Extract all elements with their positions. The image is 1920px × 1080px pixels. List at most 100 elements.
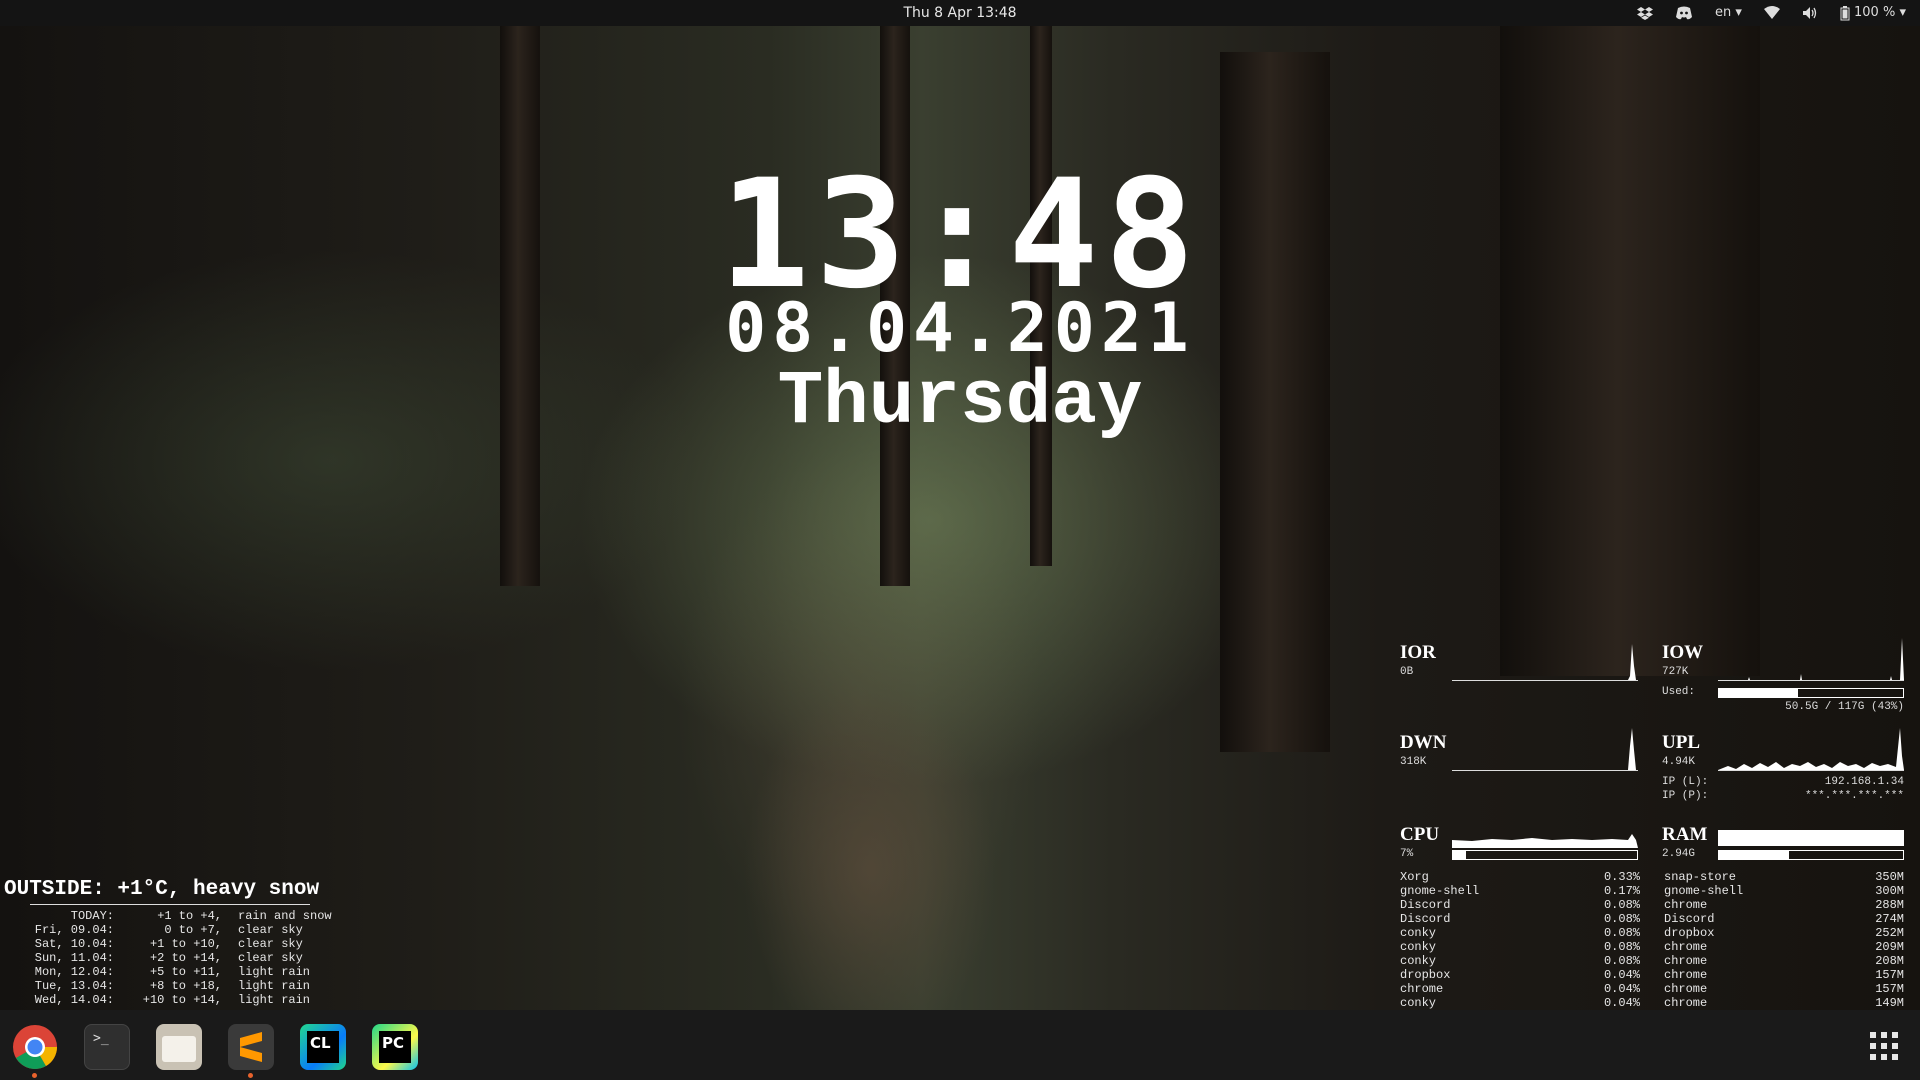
process-value: 0.04% — [1603, 968, 1640, 982]
forecast-temp: +10 to +14, — [142, 993, 222, 1007]
disk-used-label: Used: — [1662, 686, 1696, 698]
battery-status[interactable]: 100 % ▾ — [1840, 0, 1906, 26]
upl-label: UPL — [1662, 732, 1700, 753]
forecast-temp: +5 to +11, — [149, 965, 222, 979]
forecast-desc: light rain — [238, 979, 311, 993]
top-bar: Thu 8 Apr 13:48 en ▾ 100 % ▾ — [0, 0, 1920, 26]
forecast-row: Wed, 14.04: +10 to +14, light rain — [4, 993, 332, 1007]
forecast-row: TODAY: +1 to +4, rain and snow — [4, 909, 332, 923]
process-value: 0.17% — [1603, 884, 1640, 898]
process-value: 0.08% — [1603, 954, 1640, 968]
process-name: conky — [1400, 996, 1437, 1010]
ior-value: 0B — [1400, 666, 1414, 678]
process-row: chrome 149M — [1664, 996, 1904, 1010]
topbar-clock[interactable]: Thu 8 Apr 13:48 — [0, 0, 1920, 26]
process-value: 157M — [1875, 982, 1904, 996]
ram-graph — [1718, 830, 1904, 846]
process-name: chrome — [1400, 982, 1444, 996]
disk-usage-bar — [1718, 688, 1904, 698]
forecast-row: Sat, 10.04: +1 to +10, clear sky — [4, 937, 332, 951]
process-value: 252M — [1875, 926, 1904, 940]
forecast-row: Sun, 11.04: +2 to +14, clear sky — [4, 951, 332, 965]
download-graph — [1452, 726, 1638, 771]
process-row: Xorg 0.33% — [1400, 870, 1640, 884]
forecast-row: Mon, 12.04: +5 to +11, light rain — [4, 965, 332, 979]
process-row: Discord 0.08% — [1400, 898, 1640, 912]
cpu-label: CPU — [1400, 824, 1440, 845]
chrome-icon[interactable] — [12, 1024, 58, 1070]
upload-graph — [1718, 726, 1904, 771]
process-value: 0.04% — [1603, 982, 1640, 996]
volume-icon[interactable] — [1802, 6, 1818, 20]
dwn-value: 318K — [1400, 756, 1427, 768]
forecast-day: Wed, 14.04: — [34, 993, 114, 1007]
iow-graph — [1718, 636, 1904, 681]
files-icon[interactable] — [156, 1024, 202, 1070]
discord-icon[interactable] — [1675, 6, 1693, 20]
process-name: Discord — [1400, 912, 1451, 926]
process-value: 0.33% — [1603, 870, 1640, 884]
forecast-temp: +2 to +14, — [149, 951, 222, 965]
forecast-temp: 0 to +7, — [164, 923, 222, 937]
process-name: Xorg — [1400, 870, 1429, 884]
iow-label: IOW — [1662, 642, 1704, 663]
process-row: dropbox 0.04% — [1400, 968, 1640, 982]
sublime-icon[interactable] — [228, 1024, 274, 1070]
process-value: 0.08% — [1603, 912, 1640, 926]
process-value: 300M — [1875, 884, 1904, 898]
process-name: Discord — [1664, 912, 1715, 926]
process-value: 0.08% — [1603, 926, 1640, 940]
forest-path — [660, 606, 1080, 1046]
wifi-icon[interactable] — [1763, 6, 1780, 20]
cpu-process-list: Xorg 0.33% gnome-shell 0.17% Discord 0.08% Dis… — [1400, 870, 1640, 1010]
process-value: 0.08% — [1603, 898, 1640, 912]
forecast-day: Mon, 12.04: — [34, 965, 114, 979]
clion-glyph: CL — [307, 1031, 339, 1063]
ior-label: IOR — [1400, 642, 1436, 663]
process-name: chrome — [1664, 982, 1708, 996]
ram-label: RAM — [1662, 824, 1708, 845]
ip-local-label: IP (L): — [1662, 776, 1709, 788]
process-row: conky 0.08% — [1400, 954, 1640, 968]
forecast-row: Fri, 09.04: 0 to +7, clear sky — [4, 923, 332, 937]
disk-used-text: 50.5G / 117G (43%) — [1785, 701, 1904, 713]
chevron-down-icon: ▾ — [1899, 5, 1906, 20]
process-row: conky 0.08% — [1400, 926, 1640, 940]
process-row: chrome 288M — [1664, 898, 1904, 912]
process-row: chrome 157M — [1664, 982, 1904, 996]
process-name: chrome — [1664, 898, 1708, 912]
forecast-temp: +1 to +10, — [149, 937, 222, 951]
cpu-usage-bar — [1452, 850, 1638, 860]
process-row: chrome 208M — [1664, 954, 1904, 968]
process-row: gnome-shell 300M — [1664, 884, 1904, 898]
forecast-desc: clear sky — [238, 937, 303, 951]
ior-graph — [1452, 636, 1638, 681]
dropbox-icon[interactable] — [1636, 6, 1653, 20]
cpu-usage-fill — [1453, 851, 1466, 859]
terminal-icon[interactable]: >_ — [84, 1024, 130, 1070]
ip-public-label: IP (P): — [1662, 790, 1709, 802]
dock — [0, 1010, 1920, 1080]
process-value: 208M — [1875, 954, 1904, 968]
language-selector[interactable]: en ▾ — [1715, 0, 1742, 26]
upl-value: 4.94K — [1662, 756, 1696, 768]
forecast-desc: light rain — [238, 965, 311, 979]
cpu-value: 7% — [1400, 848, 1414, 860]
pycharm-glyph: PC — [379, 1031, 411, 1063]
app-grid-icon[interactable] — [1868, 1030, 1900, 1062]
process-value: 0.08% — [1603, 940, 1640, 954]
process-name: conky — [1400, 926, 1437, 940]
process-row: Discord 274M — [1664, 912, 1904, 926]
ram-value: 2.94G — [1662, 848, 1696, 860]
process-name: dropbox — [1400, 968, 1451, 982]
ram-process-list: snap-store 350M gnome-shell 300M chrome 288M D… — [1664, 870, 1904, 1010]
clion-icon[interactable]: CL — [300, 1024, 346, 1070]
system-tray: en ▾ 100 % ▾ — [1636, 0, 1906, 26]
chevron-down-icon: ▾ — [1735, 5, 1742, 20]
dwn-label: DWN — [1400, 732, 1447, 753]
sublime-running-indicator — [248, 1073, 253, 1078]
forecast-desc: light rain — [238, 993, 311, 1007]
pycharm-icon[interactable]: PC — [372, 1024, 418, 1070]
forecast-row: Tue, 13.04: +8 to +18, light rain — [4, 979, 332, 993]
forecast-temp: +8 to +18, — [149, 979, 222, 993]
